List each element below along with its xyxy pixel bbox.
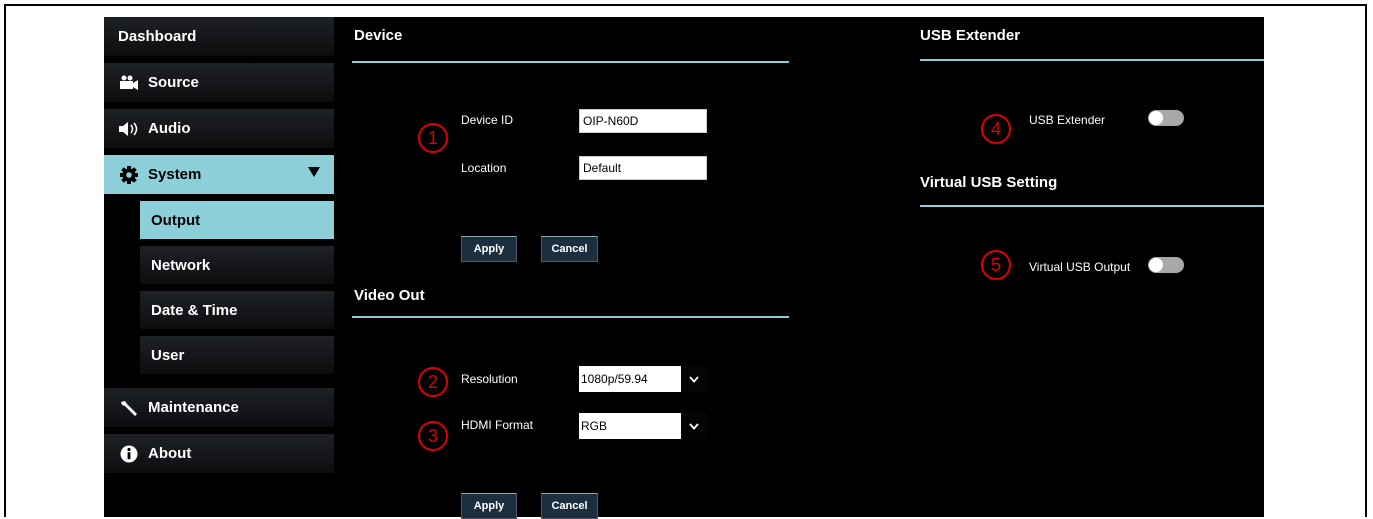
device-apply-button[interactable]: Apply	[461, 236, 517, 262]
caret-down-icon	[308, 167, 320, 177]
location-label: Location	[461, 161, 507, 175]
callout-3: 3	[418, 421, 448, 451]
chevron-down-icon[interactable]	[681, 413, 707, 439]
speaker-icon	[118, 120, 140, 138]
callout-4: 4	[981, 114, 1011, 144]
video-out-apply-button[interactable]: Apply	[461, 493, 517, 519]
usb-extender-toggle[interactable]	[1148, 110, 1184, 126]
hdmi-format-select-value: RGB	[581, 419, 608, 433]
virtual-usb-output-label: Virtual USB Output	[1029, 260, 1131, 274]
sidebar-item-audio[interactable]: Audio	[104, 109, 334, 149]
sidebar-item-label: Source	[148, 74, 199, 91]
sidebar-subitem-user[interactable]: User	[140, 336, 334, 374]
toggle-knob	[1149, 258, 1163, 272]
video-camera-icon	[118, 74, 140, 92]
callout-5: 5	[981, 250, 1011, 280]
chevron-down-icon[interactable]	[681, 366, 707, 392]
sidebar-subitem-label: Date & Time	[151, 301, 238, 319]
sidebar-subitem-label: Output	[151, 211, 201, 229]
video-out-cancel-button[interactable]: Cancel	[541, 493, 598, 519]
sidebar-item-label: System	[148, 166, 202, 183]
usb-extender-label: USB Extender	[1029, 113, 1106, 127]
sidebar-item-label: Dashboard	[118, 28, 197, 45]
hdmi-format-select[interactable]: RGB	[579, 413, 707, 439]
resolution-label: Resolution	[461, 372, 518, 386]
sidebar-item-maintenance[interactable]: Maintenance	[104, 388, 334, 428]
usb-extender-section-title: USB Extender	[920, 27, 1021, 44]
info-icon	[118, 445, 140, 463]
gear-icon	[118, 165, 140, 184]
usb-extender-section-divider	[920, 59, 1264, 61]
sidebar-item-system[interactable]: System	[104, 155, 334, 195]
sidebar-subitem-date-time[interactable]: Date & Time	[140, 291, 334, 329]
sidebar-item-source[interactable]: Source	[104, 63, 334, 103]
video-out-section-divider	[352, 316, 789, 318]
virtual-usb-section-divider	[920, 205, 1264, 207]
hdmi-format-label: HDMI Format	[461, 418, 533, 432]
video-out-section-title: Video Out	[354, 287, 425, 304]
device-section-title: Device	[354, 27, 403, 44]
virtual-usb-output-toggle[interactable]	[1148, 257, 1184, 273]
callout-1: 1	[418, 123, 448, 153]
sidebar-item-label: Maintenance	[148, 399, 239, 416]
virtual-usb-section-title: Virtual USB Setting	[920, 174, 1058, 191]
location-input[interactable]	[579, 156, 707, 180]
resolution-select[interactable]: 1080p/59.94	[579, 366, 707, 392]
sidebar: Dashboard Source Audio System Output Net…	[104, 17, 334, 517]
app-window: Dashboard Source Audio System Output Net…	[104, 17, 1264, 519]
device-section-divider	[352, 61, 789, 63]
toggle-knob	[1149, 111, 1163, 125]
sidebar-item-dashboard[interactable]: Dashboard	[104, 17, 334, 57]
sidebar-item-about[interactable]: About	[104, 434, 334, 474]
sidebar-subitem-network[interactable]: Network	[140, 246, 334, 284]
sidebar-subitem-label: User	[151, 346, 185, 364]
sidebar-subitem-output[interactable]: Output	[140, 201, 334, 239]
callout-2: 2	[418, 367, 448, 397]
device-id-label: Device ID	[461, 113, 514, 127]
device-cancel-button[interactable]: Cancel	[541, 236, 598, 262]
sidebar-item-label: Audio	[148, 120, 191, 137]
sidebar-item-label: About	[148, 445, 192, 462]
wrench-icon	[118, 399, 140, 417]
device-id-input[interactable]	[579, 109, 707, 133]
sidebar-subitem-label: Network	[151, 256, 211, 274]
resolution-select-value: 1080p/59.94	[581, 372, 648, 386]
